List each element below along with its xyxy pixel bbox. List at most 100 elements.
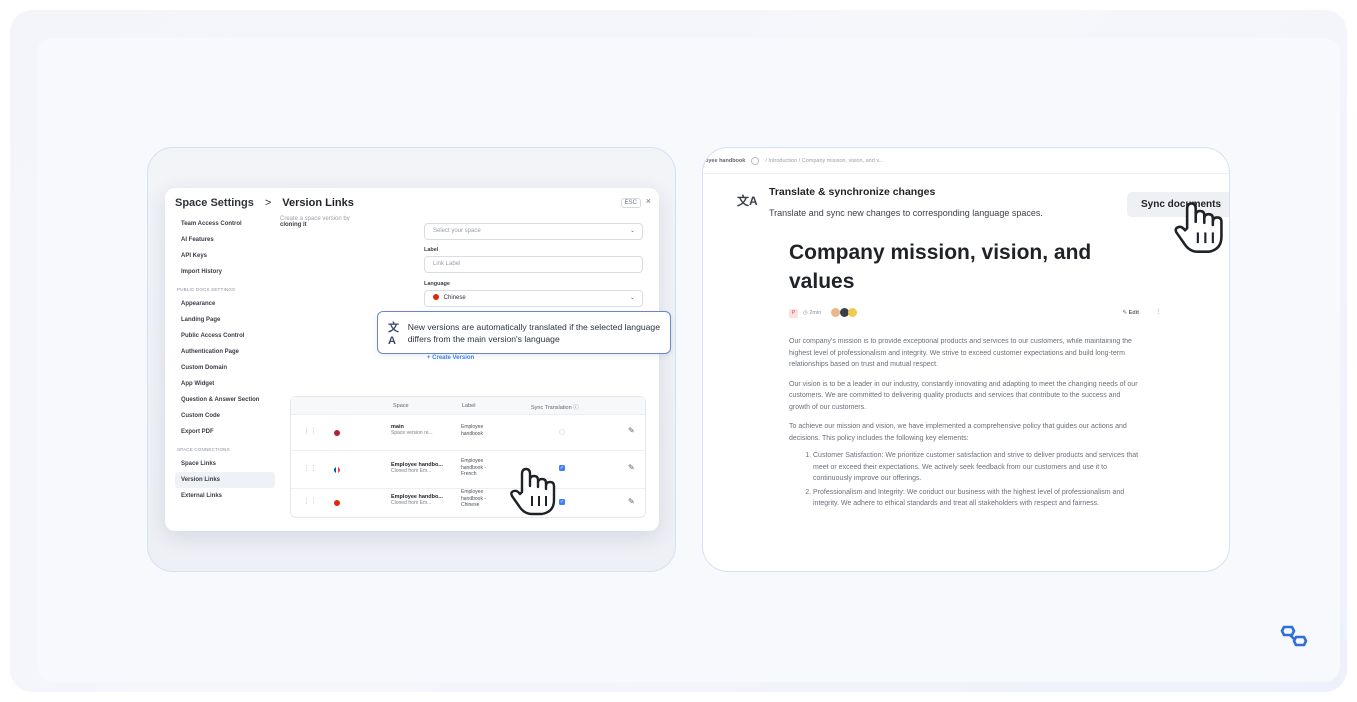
- edit-pencil-icon[interactable]: ✎: [628, 497, 635, 506]
- sync-banner: 文A Translate & synchronize changes Trans…: [733, 186, 1229, 222]
- sidebar-group-public-docs: PUBLIC DOCS SETTINGS: [177, 287, 236, 292]
- document-body: Company mission, vision, and values P ◷ …: [789, 238, 1161, 510]
- sidebar-item-import-history[interactable]: Import History: [175, 264, 275, 280]
- space-select-field: Select your space ⌄: [424, 223, 643, 240]
- sidebar-item-export-pdf[interactable]: Export PDF: [175, 424, 275, 440]
- sidebar-item-authentication-page[interactable]: Authentication Page: [175, 344, 275, 360]
- language-value: Chinese: [443, 295, 466, 301]
- space-sub: Cloned from Em...: [391, 468, 432, 474]
- read-time: ◷ 2min: [803, 310, 822, 316]
- paragraph: Our vision is to be a leader in our indu…: [789, 380, 1138, 411]
- document-content: Our company's mission is to provide exce…: [789, 336, 1139, 510]
- modal-header: Space Settings > Version Links ESC ×: [165, 188, 659, 218]
- drag-handle-icon[interactable]: ⋮⋮: [303, 464, 317, 472]
- page-badge: P: [789, 309, 798, 318]
- right-frame: oyee handbook / Introduction / Company m…: [702, 147, 1230, 572]
- space-cell: Employee handbo... Cloned from Em...: [391, 494, 443, 506]
- column-header-space: Space: [393, 403, 409, 409]
- table-row: ⋮⋮ main Space version re... Employee han…: [291, 416, 645, 451]
- sync-title: Translate & synchronize changes: [769, 186, 936, 198]
- edit-pencil-icon[interactable]: ✎: [628, 463, 635, 472]
- language-select[interactable]: Chinese ⌄: [424, 290, 643, 307]
- sidebar-item-landing-page[interactable]: Landing Page: [175, 312, 275, 328]
- china-flag-icon: [334, 500, 340, 506]
- space-select[interactable]: Select your space ⌄: [424, 223, 643, 240]
- callout-text: New versions are automatically translate…: [407, 321, 660, 344]
- globe-icon: [751, 156, 760, 165]
- sidebar-item-app-widget[interactable]: App Widget: [175, 376, 275, 392]
- label-cell: Employee handbook - Chinese: [461, 489, 487, 508]
- table-header: Space Label Sync Translation ⓘ: [291, 397, 645, 415]
- translate-icon: 文A: [388, 321, 399, 347]
- sidebar-item-external-links[interactable]: External Links: [175, 488, 275, 504]
- space-cell: main Space version re...: [391, 424, 433, 436]
- auto-translate-callout: 文A New versions are automatically transl…: [377, 311, 671, 354]
- column-header-label: Label: [462, 403, 476, 409]
- policy-list: Customer Satisfaction: We prioritize cus…: [789, 450, 1139, 510]
- column-header-sync: Sync Translation ⓘ: [531, 405, 579, 411]
- sidebar-group-space-connections: SPACE CONNECTIONS: [177, 447, 230, 452]
- form-intro: Create a space version by cloning it: [280, 215, 370, 229]
- table-row: ⋮⋮ Employee handbo... Cloned from Em... …: [291, 452, 645, 489]
- list-item: Customer Satisfaction: We prioritize cus…: [813, 450, 1139, 485]
- china-flag-icon: [433, 294, 439, 301]
- breadcrumb-space[interactable]: oyee handbook: [705, 158, 745, 164]
- hand-cursor-icon: [1174, 202, 1223, 253]
- avatar: [831, 308, 840, 317]
- sidebar-item-team-access-control[interactable]: Team Access Control: [175, 216, 275, 232]
- sidebar-item-version-links[interactable]: Version Links: [175, 472, 275, 488]
- create-version-button[interactable]: + Create Version: [427, 355, 474, 361]
- label-input-placeholder: Link Label: [433, 261, 461, 267]
- form-intro-text: cloning it: [280, 222, 307, 228]
- drag-handle-icon[interactable]: ⋮⋮: [303, 427, 317, 435]
- label-input[interactable]: Link Label: [424, 256, 643, 273]
- breadcrumb-separator: >: [264, 197, 272, 209]
- version-links-table: Space Label Sync Translation ⓘ ⋮⋮ main S…: [290, 396, 646, 518]
- breadcrumb-path[interactable]: / Introduction / Company mission, vision…: [765, 158, 883, 164]
- sidebar-item-public-access-control[interactable]: Public Access Control: [175, 328, 275, 344]
- language-field: Language Chinese ⌄: [424, 281, 643, 307]
- space-cell: Employee handbo... Cloned from Em...: [391, 462, 443, 474]
- us-flag-icon: [334, 430, 340, 436]
- sidebar-item-ai-features[interactable]: AI Features: [175, 232, 275, 248]
- modal-title: Space Settings: [175, 197, 254, 209]
- edit-pencil-icon[interactable]: ✎: [628, 426, 635, 435]
- more-options-icon[interactable]: ⋮: [1156, 309, 1162, 315]
- space-sub: Cloned from Em...: [391, 500, 432, 506]
- sidebar-item-api-keys[interactable]: API Keys: [175, 248, 275, 264]
- france-flag-icon: [334, 467, 340, 473]
- label-field: Label Link Label: [424, 247, 643, 273]
- translate-icon: 文A: [737, 194, 758, 208]
- chevron-down-icon: ⌄: [629, 295, 635, 301]
- hand-cursor-icon: [510, 467, 556, 516]
- space-select-placeholder: Select your space: [433, 228, 481, 234]
- list-item: Professionalism and Integrity: We conduc…: [813, 487, 1139, 510]
- sidebar-item-custom-domain[interactable]: Custom Domain: [175, 360, 275, 376]
- sidebar-item-space-links[interactable]: Space Links: [175, 456, 275, 472]
- contributor-avatars: [831, 308, 858, 319]
- label-field-title: Label: [424, 247, 439, 253]
- document-meta: P ◷ 2min ✎ Edit ⋮: [789, 306, 1161, 324]
- drag-handle-icon[interactable]: ⋮⋮: [303, 497, 317, 505]
- paragraph: To achieve our mission and vision, we ha…: [789, 423, 1127, 442]
- space-settings-modal: Space Settings > Version Links ESC × Tea…: [165, 188, 659, 531]
- esc-key-badge: ESC: [620, 198, 641, 208]
- sidebar-item-appearance[interactable]: Appearance: [175, 296, 275, 312]
- document-title: Company mission, vision, and values: [789, 241, 1092, 293]
- space-sub: Space version re...: [391, 430, 433, 436]
- close-icon[interactable]: ×: [646, 196, 651, 206]
- form-intro-faded: Create a space version by: [280, 216, 350, 221]
- chevron-down-icon: ⌄: [629, 228, 635, 234]
- sidebar-item-custom-code[interactable]: Custom Code: [175, 408, 275, 424]
- language-field-title: Language: [424, 281, 450, 287]
- avatar: [848, 308, 858, 317]
- sidebar-item-qa-section[interactable]: Question & Answer Section: [175, 392, 275, 408]
- edit-button[interactable]: ✎ Edit: [1122, 310, 1139, 316]
- table-row: ⋮⋮ Employee handbo... Cloned from Em... …: [291, 489, 645, 518]
- paragraph: Our company's mission is to provide exce…: [789, 338, 1132, 368]
- brand-logo-icon: [1280, 625, 1308, 647]
- label-cell: Employee handbook - French: [461, 458, 487, 477]
- label-cell: Employee handbook: [461, 424, 484, 437]
- sync-translation-checkbox[interactable]: [559, 429, 565, 435]
- doc-breadcrumb: oyee handbook / Introduction / Company m…: [703, 148, 1229, 174]
